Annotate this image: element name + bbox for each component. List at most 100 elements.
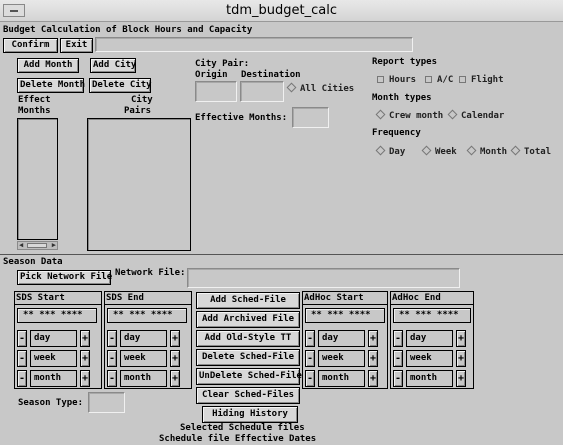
scroll-thumb[interactable] (27, 243, 47, 248)
city-pairs-list[interactable] (87, 118, 191, 251)
radio-icon (466, 145, 477, 156)
season-type-label: Season Type: (18, 398, 84, 408)
sds-start-day-minus[interactable]: - (17, 330, 27, 347)
sds-end-month-plus[interactable]: + (170, 370, 180, 387)
adhoc-end-month-field: month (406, 370, 453, 387)
sds-start-week-plus[interactable]: + (80, 350, 90, 367)
sds-end-day-plus[interactable]: + (170, 330, 180, 347)
frequency-week-label: Week (435, 147, 457, 157)
adhoc-end-day-minus[interactable]: - (393, 330, 403, 347)
city-pairs-label-1: City (131, 95, 153, 105)
radio-icon (286, 82, 297, 93)
add-old-style-tt-button[interactable]: Add Old-Style TT (196, 330, 300, 347)
sds-start-month-minus[interactable]: - (17, 370, 27, 387)
adhoc-start-day-minus[interactable]: - (305, 330, 315, 347)
schedule-file-columns-header: Schedule file Effective Dates (159, 434, 317, 444)
scroll-right-icon[interactable]: ▶ (52, 242, 56, 249)
adhoc-end-month-minus[interactable]: - (393, 370, 403, 387)
checkbox-icon (425, 76, 432, 83)
hours-label: Hours (389, 75, 417, 85)
network-file-input[interactable] (187, 268, 460, 288)
adhoc-start-date-field[interactable]: ** *** **** (305, 308, 385, 323)
pick-network-file-button[interactable]: Pick Network File (17, 270, 112, 285)
add-archived-file-button[interactable]: Add Archived File (196, 311, 300, 328)
frequency-day-radio[interactable]: Day (375, 145, 406, 158)
season-data-title: Season Data (3, 257, 63, 267)
adhoc-end-day-field: day (406, 330, 453, 347)
crew-month-radio[interactable]: Crew month (375, 109, 443, 122)
adhoc-start-month-minus[interactable]: - (305, 370, 315, 387)
title-bar: tdm_budget_calc (0, 0, 563, 22)
exit-button[interactable]: Exit (60, 38, 93, 53)
sds-end-date-field[interactable]: ** *** **** (107, 308, 187, 323)
adhoc-end-week-plus[interactable]: + (456, 350, 466, 367)
clear-sched-files-button[interactable]: Clear Sched-Files (196, 387, 300, 404)
frequency-month-label: Month (480, 147, 508, 157)
sds-end-week-minus[interactable]: - (107, 350, 117, 367)
sds-end-week-field: week (120, 350, 167, 367)
all-cities-radio[interactable]: All Cities (286, 82, 355, 95)
radio-icon (375, 109, 386, 120)
effect-months-label-1: Effect (18, 95, 51, 105)
adhoc-end-month-plus[interactable]: + (456, 370, 466, 387)
origin-input[interactable] (195, 81, 237, 102)
sds-end-month-minus[interactable]: - (107, 370, 117, 387)
calendar-radio[interactable]: Calendar (447, 109, 504, 122)
city-pair-label: City Pair: (195, 59, 250, 69)
ac-checkbox[interactable]: A/C (425, 75, 453, 86)
adhoc-start-month-plus[interactable]: + (368, 370, 378, 387)
effective-months-input[interactable] (292, 107, 329, 128)
effect-months-label-2: Months (18, 106, 51, 116)
flight-checkbox[interactable]: Flight (459, 75, 504, 86)
sds-end-day-minus[interactable]: - (107, 330, 117, 347)
effect-months-list[interactable] (17, 118, 58, 240)
frequency-month-radio[interactable]: Month (466, 145, 508, 158)
adhoc-start-week-plus[interactable]: + (368, 350, 378, 367)
season-type-input[interactable] (88, 392, 125, 413)
adhoc-start-title: AdHoc Start (303, 292, 387, 305)
frequency-day-label: Day (389, 147, 406, 157)
hours-checkbox[interactable]: Hours (377, 75, 416, 86)
delete-month-button[interactable]: Delete Month (17, 78, 85, 93)
delete-sched-file-button[interactable]: Delete Sched-File (196, 349, 300, 366)
confirm-button[interactable]: Confirm (3, 38, 58, 53)
city-pairs-label-2: Pairs (124, 106, 152, 116)
effect-months-scrollbar[interactable]: ◀ ▶ (17, 241, 58, 250)
checkbox-icon (377, 76, 384, 83)
origin-label: Origin (195, 70, 228, 80)
adhoc-end-week-minus[interactable]: - (393, 350, 403, 367)
sds-end-title: SDS End (105, 292, 191, 305)
all-cities-label: All Cities (300, 84, 355, 94)
delete-city-button[interactable]: Delete City (89, 78, 152, 93)
undelete-sched-file-button[interactable]: UnDelete Sched-File (196, 368, 302, 385)
sds-end-week-plus[interactable]: + (170, 350, 180, 367)
checkbox-icon (459, 76, 466, 83)
adhoc-start-day-plus[interactable]: + (368, 330, 378, 347)
adhoc-end-day-plus[interactable]: + (456, 330, 466, 347)
status-field[interactable] (95, 37, 413, 52)
add-sched-file-button[interactable]: Add Sched-File (196, 292, 300, 309)
adhoc-start-day-field: day (318, 330, 365, 347)
frequency-week-radio[interactable]: Week (421, 145, 457, 158)
effective-months-label: Effective Months: (195, 113, 288, 123)
ac-label: A/C (437, 75, 454, 85)
sds-end-month-field: month (120, 370, 167, 387)
adhoc-end-title: AdHoc End (391, 292, 473, 305)
sds-end-day-field: day (120, 330, 167, 347)
sds-start-date-field[interactable]: ** *** **** (17, 308, 97, 323)
sds-start-week-minus[interactable]: - (17, 350, 27, 367)
adhoc-end-date-field[interactable]: ** *** **** (393, 308, 471, 323)
sds-start-month-plus[interactable]: + (80, 370, 90, 387)
adhoc-start-week-field: week (318, 350, 365, 367)
selected-schedule-files-label: Selected Schedule files (180, 423, 305, 433)
destination-input[interactable] (240, 81, 284, 102)
add-city-button[interactable]: Add City (90, 58, 136, 73)
sds-start-day-plus[interactable]: + (80, 330, 90, 347)
flight-label: Flight (471, 75, 504, 85)
scroll-left-icon[interactable]: ◀ (19, 242, 23, 249)
frequency-total-radio[interactable]: Total (510, 145, 551, 158)
adhoc-end-week-field: week (406, 350, 453, 367)
adhoc-start-week-minus[interactable]: - (305, 350, 315, 367)
hiding-history-button[interactable]: Hiding History (202, 406, 298, 423)
add-month-button[interactable]: Add Month (17, 58, 79, 73)
